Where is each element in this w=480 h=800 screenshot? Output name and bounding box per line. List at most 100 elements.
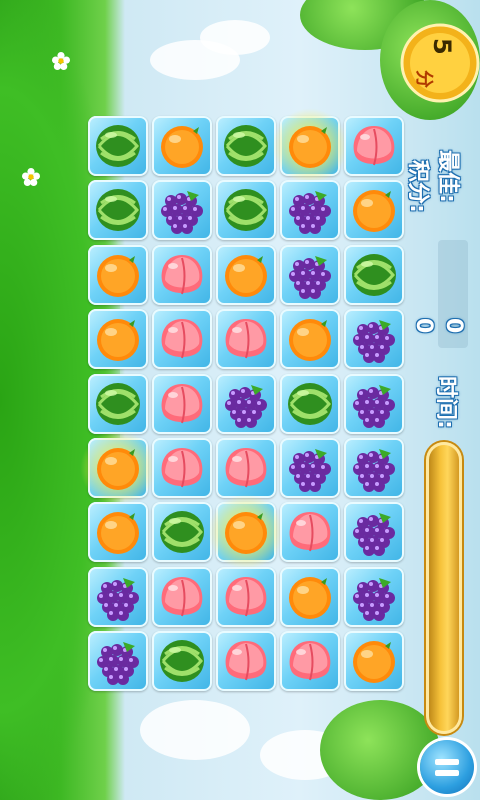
score-value: 0 [411, 318, 436, 334]
grape-icon [157, 185, 207, 235]
board-cell[interactable] [152, 309, 212, 370]
peach-icon [221, 314, 271, 364]
board-cell[interactable] [216, 566, 276, 627]
board-cell[interactable] [344, 116, 404, 176]
watermelon-icon [157, 636, 207, 686]
board-cell[interactable] [88, 309, 148, 370]
board-cell[interactable] [344, 502, 404, 563]
orange-icon [285, 314, 335, 364]
time-progress-bar [426, 442, 462, 734]
best-label: 最佳: [435, 150, 460, 203]
coin-unit: 分 [413, 70, 434, 88]
watermelon-icon [221, 185, 271, 235]
orange-icon [93, 507, 143, 557]
board-cell[interactable] [216, 631, 276, 692]
peach-icon [349, 121, 399, 171]
grape-icon [349, 443, 399, 493]
board-cell[interactable] [152, 180, 212, 241]
board-cell[interactable] [280, 373, 340, 434]
board-cell[interactable] [344, 566, 404, 627]
grape-icon [349, 507, 399, 557]
watermelon-icon [349, 250, 399, 300]
board-cell[interactable] [152, 373, 212, 434]
board-cell[interactable] [216, 180, 276, 241]
peach-icon [157, 572, 207, 622]
watermelon-icon [157, 507, 207, 557]
board-cell[interactable] [344, 309, 404, 370]
board-cell[interactable] [152, 502, 212, 563]
orange-icon [221, 250, 271, 300]
peach-icon [285, 507, 335, 557]
board-cell[interactable] [280, 244, 340, 305]
watermelon-icon [93, 379, 143, 429]
board-cell[interactable] [344, 373, 404, 434]
watermelon-icon [93, 185, 143, 235]
peach-icon [157, 443, 207, 493]
orange-icon [285, 572, 335, 622]
board-cell[interactable] [80, 430, 156, 506]
grape-icon [93, 636, 143, 686]
board-cell[interactable] [280, 631, 340, 692]
board-cell[interactable] [272, 108, 348, 184]
board-cell[interactable] [152, 566, 212, 627]
board-cell[interactable] [216, 244, 276, 305]
grape-icon [349, 379, 399, 429]
grape-icon [349, 572, 399, 622]
watermelon-icon [221, 121, 271, 171]
orange-icon [93, 314, 143, 364]
board-cell[interactable] [216, 373, 276, 434]
board-cell[interactable] [208, 494, 284, 571]
board-cell[interactable] [88, 373, 148, 434]
board-cell[interactable] [344, 438, 404, 498]
board-cell[interactable] [152, 438, 212, 498]
orange-icon [349, 185, 399, 235]
pause-button[interactable] [420, 740, 474, 794]
board-cell[interactable] [88, 116, 148, 176]
grape-icon [285, 185, 335, 235]
best-value: 0 [441, 318, 466, 334]
board-cell[interactable] [280, 180, 340, 241]
orange-icon [93, 443, 143, 493]
board-cell[interactable] [152, 631, 212, 692]
board-cell[interactable] [88, 180, 148, 241]
board-cell[interactable] [152, 244, 212, 305]
board-cell[interactable] [88, 631, 148, 692]
board-cell[interactable] [280, 566, 340, 627]
board-cell[interactable] [280, 309, 340, 370]
grape-icon [93, 572, 143, 622]
board-cell[interactable] [216, 438, 276, 498]
game-board[interactable] [80, 108, 412, 696]
board-cell[interactable] [280, 502, 340, 563]
board-cell[interactable] [88, 244, 148, 305]
orange-icon [349, 636, 399, 686]
peach-icon [157, 250, 207, 300]
board-cell[interactable] [216, 116, 276, 176]
peach-icon [221, 636, 271, 686]
board-cell[interactable] [88, 566, 148, 627]
orange-icon [157, 121, 207, 171]
board-cell[interactable] [344, 180, 404, 241]
flower-icon [22, 168, 40, 186]
board-cell[interactable] [344, 244, 404, 305]
watermelon-icon [285, 379, 335, 429]
cloud [140, 700, 250, 760]
cloud [200, 20, 270, 55]
board-cell[interactable] [152, 116, 212, 176]
coin-icon [400, 23, 480, 103]
orange-icon [221, 507, 271, 557]
grape-icon [285, 250, 335, 300]
board-cell[interactable] [216, 309, 276, 370]
board-cell[interactable] [88, 502, 148, 563]
time-label: 时间: [433, 376, 458, 429]
board-cell[interactable] [344, 631, 404, 692]
grape-icon [221, 379, 271, 429]
pause-icon [435, 759, 459, 776]
board-cell[interactable] [280, 438, 340, 498]
orange-icon [93, 250, 143, 300]
peach-icon [157, 379, 207, 429]
peach-icon [285, 636, 335, 686]
score-label: 积分: [405, 160, 430, 213]
flower-icon [52, 52, 70, 70]
coin-count: 5 [428, 38, 456, 55]
watermelon-icon [93, 121, 143, 171]
